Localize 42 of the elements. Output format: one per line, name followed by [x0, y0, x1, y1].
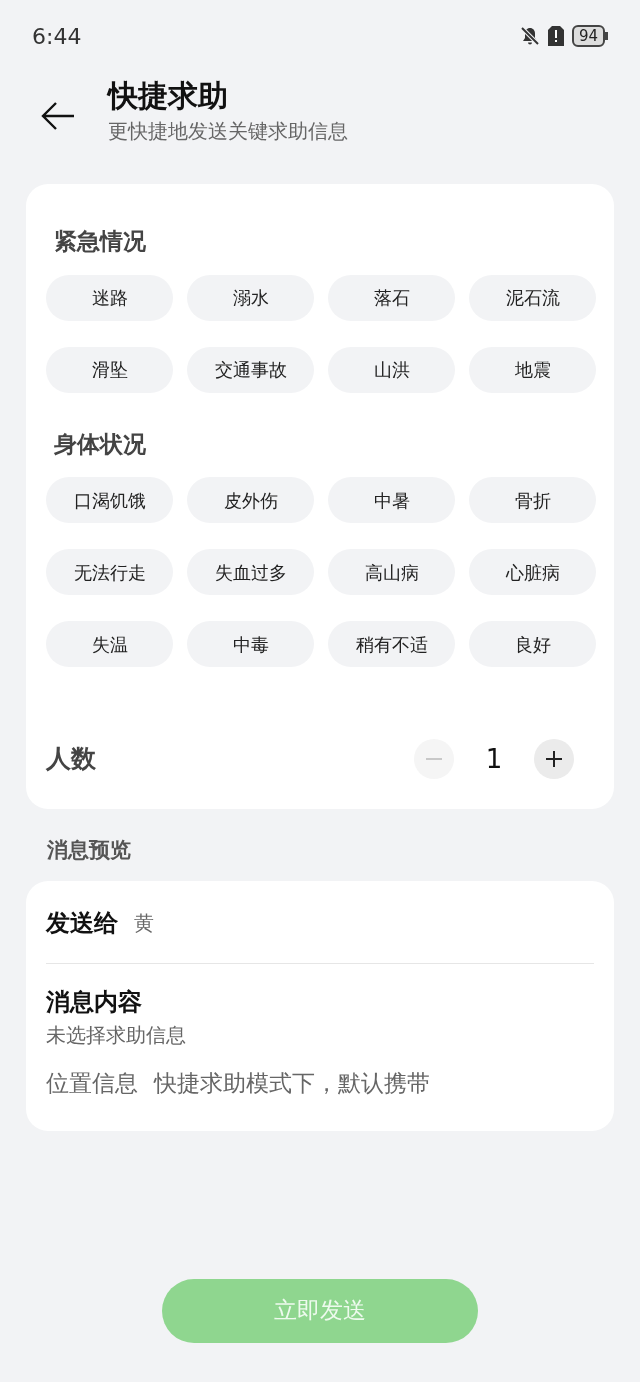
battery-level: 94 — [571, 25, 605, 47]
option-chip[interactable]: 中暑 — [328, 477, 455, 523]
option-chip[interactable]: 泥石流 — [469, 274, 596, 321]
option-chip[interactable]: 稍有不适 — [328, 621, 455, 667]
section-title: 身体状况 — [53, 429, 147, 459]
increase-button[interactable] — [534, 739, 574, 779]
option-chip[interactable]: 滑坠 — [46, 346, 173, 393]
option-chip[interactable]: 山洪 — [328, 346, 455, 393]
content-label: 消息内容 — [46, 987, 143, 1018]
battery-tip-icon — [605, 32, 608, 40]
option-chip[interactable]: 高山病 — [328, 549, 455, 595]
option-chip[interactable]: 无法行走 — [46, 549, 173, 595]
people-label: 人数 — [46, 743, 97, 776]
option-chip[interactable]: 心脏病 — [469, 549, 596, 595]
section-title: 消息预览 — [46, 837, 132, 864]
section-title: 紧急情况 — [53, 227, 147, 256]
status-time: 6:44 — [32, 22, 82, 51]
option-chip[interactable]: 口渴饥饿 — [46, 477, 173, 523]
option-chip[interactable]: 迷路 — [46, 274, 173, 321]
recipient-name: 黄 — [134, 910, 154, 937]
content-text: 未选择求助信息 — [46, 1022, 187, 1049]
location-note: 快捷求助模式下，默认携带 — [154, 1069, 430, 1098]
back-arrow-icon[interactable] — [40, 100, 76, 132]
option-chip[interactable]: 交通事故 — [187, 346, 314, 393]
option-chip[interactable]: 落石 — [328, 274, 455, 321]
plus-icon — [546, 751, 562, 767]
option-chip[interactable]: 良好 — [469, 621, 596, 667]
page-title: 快捷求助 — [108, 78, 229, 114]
sim-alert-icon — [547, 26, 564, 46]
option-chip[interactable]: 皮外伤 — [187, 477, 314, 523]
option-chip[interactable]: 失温 — [46, 621, 173, 667]
page-subtitle: 更快捷地发送关键求助信息 — [108, 118, 348, 145]
location-label: 位置信息 — [46, 1069, 138, 1098]
muted-bell-icon — [519, 26, 540, 46]
option-chip[interactable]: 中毒 — [187, 621, 314, 667]
option-chip[interactable]: 地震 — [469, 346, 596, 393]
option-chip[interactable]: 骨折 — [469, 477, 596, 523]
people-count: 1 — [484, 742, 504, 776]
option-chip[interactable]: 溺水 — [187, 274, 314, 321]
option-chip[interactable]: 失血过多 — [187, 549, 314, 595]
minus-icon — [426, 758, 442, 760]
recipient-label: 发送给 — [46, 908, 118, 939]
